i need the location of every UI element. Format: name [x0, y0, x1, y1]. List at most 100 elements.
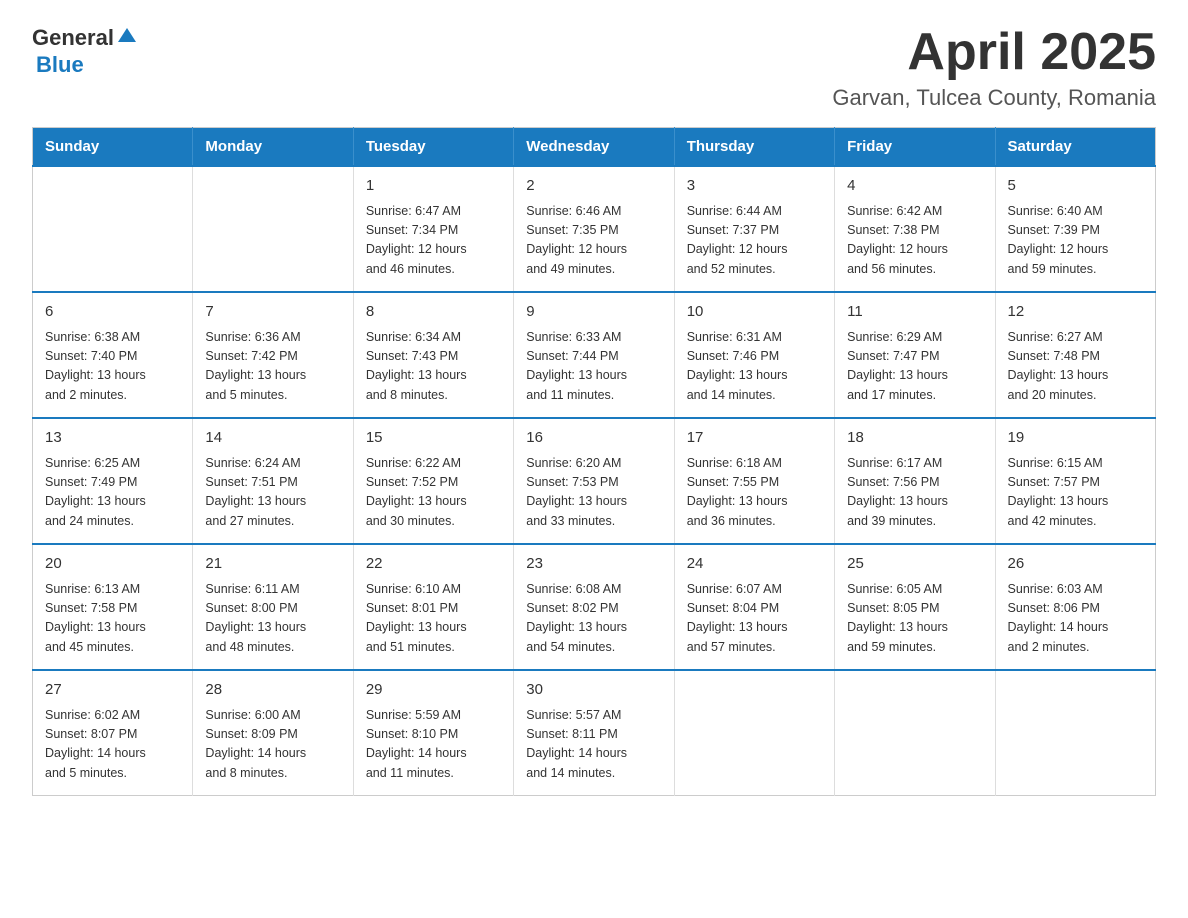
day-number: 3	[687, 175, 822, 198]
calendar-cell: 25 Sunrise: 6:05 AMSunset: 8:05 PMDayligh…	[835, 544, 995, 670]
day-number: 13	[45, 427, 180, 450]
calendar-cell: 26Sunrise: 6:03 AMSunset: 8:06 PMDayligh…	[995, 544, 1155, 670]
day-number: 6	[45, 301, 180, 324]
calendar-cell: 9 Sunrise: 6:33 AMSunset: 7:44 PMDaylight…	[514, 292, 674, 418]
day-number: 19	[1008, 427, 1143, 450]
day-info: Sunrise: 6:38 AMSunset: 7:40 PMDaylight:…	[45, 328, 180, 406]
calendar-cell: 11 Sunrise: 6:29 AMSunset: 7:47 PMDayligh…	[835, 292, 995, 418]
day-number: 2	[526, 175, 661, 198]
day-info: Sunrise: 5:57 AMSunset: 8:11 PMDaylight:…	[526, 706, 661, 784]
weekday-header-wednesday: Wednesday	[514, 128, 674, 167]
weekday-header-friday: Friday	[835, 128, 995, 167]
title-section: April 2025 Garvan, Tulcea County, Romani…	[832, 24, 1156, 111]
day-info: Sunrise: 6:07 AMSunset: 8:04 PMDaylight:…	[687, 580, 822, 658]
day-number: 7	[205, 301, 340, 324]
logo: General Blue	[32, 24, 138, 78]
day-info: Sunrise: 6:47 AMSunset: 7:34 PMDaylight:…	[366, 202, 501, 280]
day-info: Sunrise: 6:33 AMSunset: 7:44 PMDaylight:…	[526, 328, 661, 406]
day-number: 25	[847, 553, 982, 576]
day-info: Sunrise: 6:17 AMSunset: 7:56 PMDaylight:…	[847, 454, 982, 532]
page-header: General Blue April 2025 Garvan, Tulcea C…	[32, 24, 1156, 111]
calendar-cell: 6 Sunrise: 6:38 AMSunset: 7:40 PMDaylight…	[33, 292, 193, 418]
calendar-cell: 22Sunrise: 6:10 AMSunset: 8:01 PMDayligh…	[353, 544, 513, 670]
calendar-cell: 3 Sunrise: 6:44 AMSunset: 7:37 PMDaylight…	[674, 166, 834, 292]
day-number: 15	[366, 427, 501, 450]
day-info: Sunrise: 6:27 AMSunset: 7:48 PMDaylight:…	[1008, 328, 1143, 406]
logo-general-text: General	[32, 25, 114, 51]
calendar-cell	[995, 670, 1155, 796]
weekday-header-sunday: Sunday	[33, 128, 193, 167]
calendar-cell: 28Sunrise: 6:00 AMSunset: 8:09 PMDayligh…	[193, 670, 353, 796]
day-info: Sunrise: 6:34 AMSunset: 7:43 PMDaylight:…	[366, 328, 501, 406]
day-number: 21	[205, 553, 340, 576]
day-number: 30	[526, 679, 661, 702]
calendar-cell: 8 Sunrise: 6:34 AMSunset: 7:43 PMDaylight…	[353, 292, 513, 418]
calendar-week-row: 13Sunrise: 6:25 AMSunset: 7:49 PMDayligh…	[33, 418, 1156, 544]
day-info: Sunrise: 6:15 AMSunset: 7:57 PMDaylight:…	[1008, 454, 1143, 532]
calendar-cell: 23 Sunrise: 6:08 AMSunset: 8:02 PMDayligh…	[514, 544, 674, 670]
calendar-cell: 18 Sunrise: 6:17 AMSunset: 7:56 PMDayligh…	[835, 418, 995, 544]
day-number: 9	[526, 301, 661, 324]
day-number: 14	[205, 427, 340, 450]
calendar-cell: 12 Sunrise: 6:27 AMSunset: 7:48 PMDayligh…	[995, 292, 1155, 418]
day-number: 8	[366, 301, 501, 324]
day-number: 29	[366, 679, 501, 702]
day-info: Sunrise: 6:31 AMSunset: 7:46 PMDaylight:…	[687, 328, 822, 406]
logo-triangle-icon	[116, 24, 138, 46]
day-info: Sunrise: 6:36 AMSunset: 7:42 PMDaylight:…	[205, 328, 340, 406]
day-info: Sunrise: 6:11 AMSunset: 8:00 PMDaylight:…	[205, 580, 340, 658]
calendar-week-row: 1 Sunrise: 6:47 AMSunset: 7:34 PMDaylight…	[33, 166, 1156, 292]
day-info: Sunrise: 6:13 AMSunset: 7:58 PMDaylight:…	[45, 580, 180, 658]
calendar-cell: 21 Sunrise: 6:11 AMSunset: 8:00 PMDayligh…	[193, 544, 353, 670]
day-number: 16	[526, 427, 661, 450]
day-number: 27	[45, 679, 180, 702]
day-number: 22	[366, 553, 501, 576]
day-number: 4	[847, 175, 982, 198]
day-info: Sunrise: 6:05 AMSunset: 8:05 PMDaylight:…	[847, 580, 982, 658]
calendar-cell: 19 Sunrise: 6:15 AMSunset: 7:57 PMDayligh…	[995, 418, 1155, 544]
calendar-cell: 14 Sunrise: 6:24 AMSunset: 7:51 PMDayligh…	[193, 418, 353, 544]
weekday-header-thursday: Thursday	[674, 128, 834, 167]
weekday-header-saturday: Saturday	[995, 128, 1155, 167]
day-info: Sunrise: 6:24 AMSunset: 7:51 PMDaylight:…	[205, 454, 340, 532]
day-info: Sunrise: 6:02 AMSunset: 8:07 PMDaylight:…	[45, 706, 180, 784]
calendar-table: SundayMondayTuesdayWednesdayThursdayFrid…	[32, 127, 1156, 796]
day-number: 5	[1008, 175, 1143, 198]
day-number: 18	[847, 427, 982, 450]
day-number: 11	[847, 301, 982, 324]
day-number: 17	[687, 427, 822, 450]
logo-blue-text: Blue	[36, 52, 84, 78]
calendar-cell: 2Sunrise: 6:46 AMSunset: 7:35 PMDaylight…	[514, 166, 674, 292]
calendar-cell: 24Sunrise: 6:07 AMSunset: 8:04 PMDayligh…	[674, 544, 834, 670]
calendar-header-row: SundayMondayTuesdayWednesdayThursdayFrid…	[33, 128, 1156, 167]
calendar-week-row: 27 Sunrise: 6:02 AMSunset: 8:07 PMDayligh…	[33, 670, 1156, 796]
day-info: Sunrise: 6:44 AMSunset: 7:37 PMDaylight:…	[687, 202, 822, 280]
calendar-cell: 17 Sunrise: 6:18 AMSunset: 7:55 PMDayligh…	[674, 418, 834, 544]
day-info: Sunrise: 6:18 AMSunset: 7:55 PMDaylight:…	[687, 454, 822, 532]
day-number: 28	[205, 679, 340, 702]
calendar-cell: 29 Sunrise: 5:59 AMSunset: 8:10 PMDayligh…	[353, 670, 513, 796]
day-number: 10	[687, 301, 822, 324]
day-info: Sunrise: 6:08 AMSunset: 8:02 PMDaylight:…	[526, 580, 661, 658]
calendar-cell: 16Sunrise: 6:20 AMSunset: 7:53 PMDayligh…	[514, 418, 674, 544]
day-number: 26	[1008, 553, 1143, 576]
day-number: 23	[526, 553, 661, 576]
calendar-week-row: 20Sunrise: 6:13 AMSunset: 7:58 PMDayligh…	[33, 544, 1156, 670]
day-info: Sunrise: 6:29 AMSunset: 7:47 PMDaylight:…	[847, 328, 982, 406]
calendar-cell: 13Sunrise: 6:25 AMSunset: 7:49 PMDayligh…	[33, 418, 193, 544]
weekday-header-tuesday: Tuesday	[353, 128, 513, 167]
calendar-week-row: 6 Sunrise: 6:38 AMSunset: 7:40 PMDaylight…	[33, 292, 1156, 418]
calendar-cell	[193, 166, 353, 292]
calendar-cell: 1 Sunrise: 6:47 AMSunset: 7:34 PMDaylight…	[353, 166, 513, 292]
calendar-cell: 27 Sunrise: 6:02 AMSunset: 8:07 PMDayligh…	[33, 670, 193, 796]
day-number: 12	[1008, 301, 1143, 324]
day-info: Sunrise: 6:42 AMSunset: 7:38 PMDaylight:…	[847, 202, 982, 280]
calendar-cell	[674, 670, 834, 796]
calendar-cell: 30 Sunrise: 5:57 AMSunset: 8:11 PMDayligh…	[514, 670, 674, 796]
calendar-cell: 7 Sunrise: 6:36 AMSunset: 7:42 PMDaylight…	[193, 292, 353, 418]
day-info: Sunrise: 5:59 AMSunset: 8:10 PMDaylight:…	[366, 706, 501, 784]
day-number: 1	[366, 175, 501, 198]
calendar-cell: 5Sunrise: 6:40 AMSunset: 7:39 PMDaylight…	[995, 166, 1155, 292]
calendar-cell: 4 Sunrise: 6:42 AMSunset: 7:38 PMDaylight…	[835, 166, 995, 292]
weekday-header-monday: Monday	[193, 128, 353, 167]
